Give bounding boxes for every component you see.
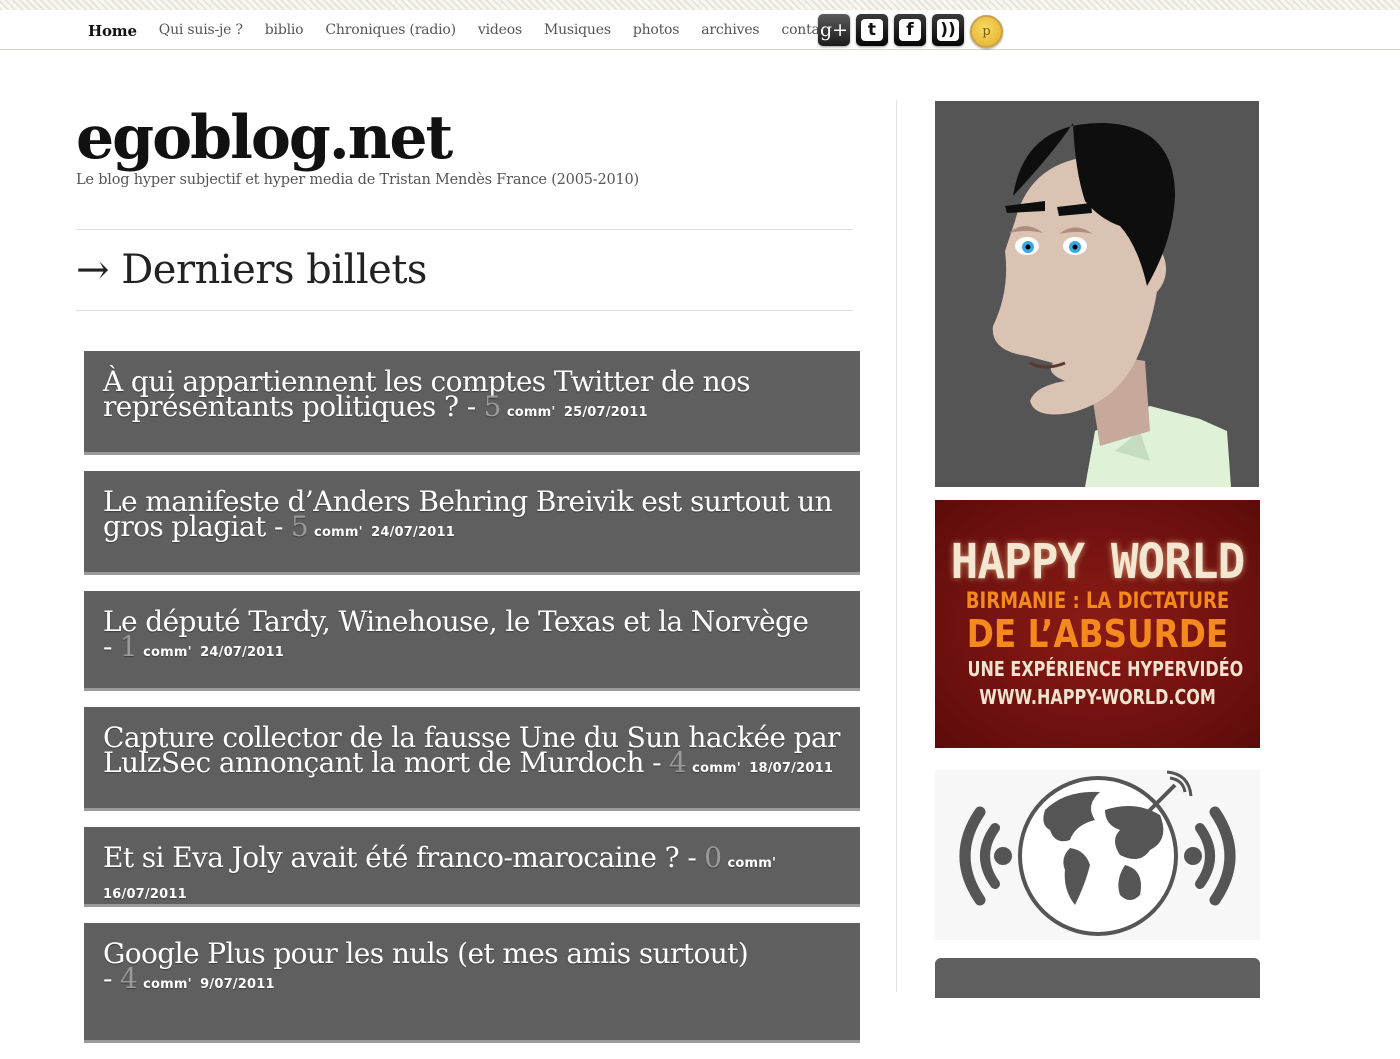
comment-label: comm': [314, 525, 363, 540]
twitter-icon-glyph: t: [861, 19, 883, 41]
post-list: À qui appartiennent les comptes Twitter …: [84, 351, 860, 1059]
post-title-block: Le député Tardy, Winehouse, le Texas et …: [103, 608, 841, 665]
site-tagline: Le blog hyper subjectif et hyper media d…: [76, 172, 640, 188]
comment-count[interactable]: 5: [484, 390, 502, 423]
banner-title: HAPPY WORLD: [950, 532, 1246, 590]
comment-label: comm': [506, 405, 556, 420]
author-avatar-illustration[interactable]: [935, 101, 1259, 487]
post-title-link[interactable]: Le manifeste d’Anders Behring Breivik es…: [103, 485, 833, 543]
banner-tagline: UNE EXPÉRIENCE HYPERVIDÉO: [967, 657, 1244, 681]
post-card[interactable]: Et si Eva Joly avait été franco-marocain…: [84, 827, 860, 907]
nav-item-photos[interactable]: photos: [633, 22, 680, 40]
banner-subtitle: BIRMANIE : LA DICTATURE: [965, 589, 1230, 614]
post-card[interactable]: Le député Tardy, Winehouse, le Texas et …: [84, 591, 860, 691]
column-divider: [896, 100, 897, 992]
facebook-icon-glyph: f: [899, 19, 921, 41]
post-separator: -: [652, 746, 661, 779]
post-title-block: Capture collector de la fausse Une du Su…: [103, 724, 841, 781]
post-title-link[interactable]: Google Plus pour les nuls (et mes amis s…: [103, 937, 749, 970]
nav-item-biblio[interactable]: biblio: [265, 22, 304, 40]
comment-count[interactable]: 0: [704, 841, 722, 874]
post-title-link[interactable]: À qui appartiennent les comptes Twitter …: [103, 365, 751, 423]
comment-label: comm': [143, 977, 192, 992]
nav-item-videos[interactable]: videos: [478, 22, 522, 40]
post-title-block: À qui appartiennent les comptes Twitter …: [103, 368, 841, 425]
google-plus-icon-glyph: g+: [819, 19, 849, 41]
nav-item-qui-suis-je[interactable]: Qui suis-je ?: [159, 22, 243, 40]
globe-broadcast-icon: [959, 770, 1236, 936]
post-date: 16/07/2011: [103, 887, 187, 902]
post-card[interactable]: Capture collector de la fausse Une du Su…: [84, 707, 860, 811]
comment-count[interactable]: 4: [669, 746, 687, 779]
comment-label: comm': [143, 645, 192, 660]
world-radio-widget[interactable]: [935, 770, 1260, 940]
post-separator: -: [687, 841, 697, 874]
cartoon-portrait-image: [935, 101, 1259, 487]
site-title[interactable]: egoblog.net: [76, 100, 453, 176]
rss-icon-glyph: )): [937, 19, 959, 41]
post-card[interactable]: Le manifeste d’Anders Behring Breivik es…: [84, 471, 860, 575]
post-card[interactable]: Google Plus pour les nuls (et mes amis s…: [84, 923, 860, 1043]
comment-count[interactable]: 1: [120, 630, 138, 663]
post-card[interactable]: À qui appartiennent les comptes Twitter …: [84, 351, 860, 455]
comment-count[interactable]: 5: [291, 510, 309, 543]
top-navbar: Home Qui suis-je ? biblio Chroniques (radio…: [0, 10, 1400, 50]
post-date: 9/07/2011: [200, 977, 275, 992]
nav-item-home[interactable]: Home: [88, 22, 137, 40]
nav-menu: Home Qui suis-je ? biblio Chroniques (radio…: [88, 22, 855, 40]
post-title-block: Le manifeste d’Anders Behring Breivik es…: [103, 488, 841, 545]
nav-item-musiques[interactable]: Musiques: [544, 22, 611, 40]
post-title-link[interactable]: Le député Tardy, Winehouse, le Texas et …: [103, 605, 809, 638]
post-separator: -: [466, 390, 476, 423]
comment-count[interactable]: 4: [120, 962, 138, 995]
post-title-link[interactable]: Et si Eva Joly avait été franco-marocain…: [103, 841, 680, 874]
post-date: 25/07/2011: [563, 405, 648, 420]
post-separator: -: [273, 510, 283, 543]
decorative-top-strip: [0, 0, 1400, 10]
post-date: 24/07/2011: [200, 645, 284, 660]
post-date: 24/07/2011: [371, 525, 455, 540]
sidebar-next-widget: [935, 958, 1260, 998]
post-separator: -: [103, 630, 112, 663]
post-separator: -: [103, 962, 112, 995]
nav-item-archives[interactable]: archives: [701, 22, 759, 40]
facebook-icon[interactable]: f: [894, 14, 926, 46]
social-icons: g+ t f)) p: [818, 14, 1003, 48]
post-date: 18/07/2011: [749, 761, 834, 776]
divider: [76, 229, 853, 230]
google-plus-icon[interactable]: g+: [818, 14, 850, 46]
banner-url: WWW.HAPPY-WORLD.COM: [979, 685, 1216, 709]
p-coin-icon-glyph: p: [982, 23, 991, 39]
happy-world-banner[interactable]: HAPPY WORLD BIRMANIE : LA DICTATURE DE L…: [935, 500, 1260, 748]
banner-headline: DE L’ABSURDE: [966, 612, 1229, 656]
section-heading: → Derniers billets: [76, 247, 427, 293]
comment-label: comm': [692, 761, 741, 776]
twitter-icon[interactable]: t: [856, 14, 888, 46]
divider: [76, 310, 853, 311]
post-title-block: Google Plus pour les nuls (et mes amis s…: [103, 940, 841, 997]
rss-icon[interactable]: )): [932, 14, 964, 46]
nav-item-chroniques-radio[interactable]: Chroniques (radio): [325, 22, 456, 40]
post-title-block: Et si Eva Joly avait été franco-marocain…: [103, 844, 841, 904]
comment-label: comm': [727, 856, 777, 871]
p-coin-icon[interactable]: p: [970, 15, 1003, 48]
